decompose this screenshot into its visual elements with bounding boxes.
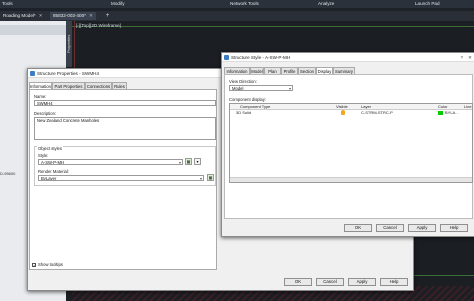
render-material-select[interactable]: ByLayer ▾ [38, 175, 204, 181]
name-label: Name: [34, 94, 47, 99]
row-component-type: 3D Solid [236, 110, 252, 115]
row-color[interactable]: BYLA... [445, 110, 459, 116]
information-panel: Name: SWMH4 Description: New Zealand Con… [29, 89, 217, 270]
ribbon-network-tools[interactable]: Network Tools [230, 1, 259, 6]
view-direction-value: Model [232, 86, 244, 91]
object-styles-group: Object styles Style: A-SW-P-MH ▾ ▦ ▾ Ren… [34, 146, 216, 186]
ok-button[interactable]: OK [344, 224, 372, 232]
apply-button[interactable]: Apply [408, 224, 436, 232]
style-select[interactable]: A-SW-P-MH ▾ [38, 159, 183, 165]
tab-plan[interactable]: Plan [264, 67, 281, 74]
object-styles-label: Object styles [37, 146, 63, 151]
structure-style-tabs: Information Model Plan Profile Section D… [224, 67, 464, 75]
name-input[interactable]: SWMH4 [34, 100, 216, 106]
cancel-button[interactable]: Cancel [376, 224, 404, 232]
apply-button[interactable]: Apply [348, 278, 376, 286]
style-label: Style: [38, 153, 49, 158]
tab-profile[interactable]: Profile [281, 67, 298, 74]
properties-side-tab[interactable]: Properties [66, 21, 72, 67]
coordinate-readout: D-95600 [0, 171, 16, 176]
new-tab-plus-icon[interactable]: + [104, 12, 111, 20]
component-display-label: Component display: [229, 97, 267, 102]
doc-tab-roading[interactable]: Roading Model* ✕ [0, 12, 46, 20]
dialog-app-icon [30, 71, 35, 76]
chevron-down-icon: ▾ [288, 86, 291, 91]
ribbon-modify[interactable]: Modify [111, 1, 125, 6]
show-tooltips-label: Show tooltips [38, 262, 63, 267]
doc-tab-85832[interactable]: 85832-003-400* ✕ [50, 12, 96, 20]
tab-connections[interactable]: Connections [85, 82, 112, 89]
render-material-icon[interactable]: ▦ [207, 174, 214, 181]
display-panel: View Direction: Model ▾ Component displa… [224, 74, 473, 219]
close-icon[interactable]: ✕ [89, 13, 93, 18]
ribbon-analyze[interactable]: Analyze [318, 1, 334, 6]
dialog-title: Structure Style - A-SW-P-MH [231, 55, 291, 60]
close-icon[interactable]: ✕ [39, 13, 43, 18]
structure-style-titlebar[interactable]: Structure Style - A-SW-P-MH ? ✕ [222, 53, 474, 62]
description-label: Description: [34, 111, 57, 116]
style-options-icon[interactable]: ▾ [194, 158, 201, 165]
close-icon[interactable]: ✕ [468, 53, 472, 62]
structure-style-dialog: Structure Style - A-SW-P-MH ? ✕ Informat… [221, 52, 474, 237]
tab-model[interactable]: Model [250, 67, 264, 74]
grid-horizontal-scrollbar[interactable] [230, 177, 472, 182]
style-select-value: A-SW-P-MH [41, 160, 64, 165]
viewport-label[interactable]: [-][Top][2D Wireframe] [76, 23, 121, 28]
ribbon-launch-pad[interactable]: Launch Pad [415, 1, 440, 6]
doc-tab-label: Roading Model* [3, 13, 36, 18]
component-display-grid: Component Type Visible Layer Color Line … [229, 103, 473, 183]
grid-line [72, 26, 474, 27]
help-button[interactable]: Help [440, 224, 468, 232]
dialog-title: Structure Properties - SWMH4 [37, 71, 100, 76]
view-direction-select[interactable]: Model ▾ [229, 85, 293, 91]
render-material-value: ByLayer [41, 176, 57, 181]
help-button[interactable]: Help [380, 278, 408, 286]
color-swatch [438, 111, 443, 115]
doc-tab-label: 85832-003-400* [53, 13, 86, 18]
tab-information[interactable]: Information [224, 67, 250, 74]
show-tooltips-checkbox[interactable]: ✓ [32, 263, 36, 268]
table-row[interactable]: 3D Solid C-STRM-STRC-P BYLA... [230, 110, 472, 116]
ok-button[interactable]: OK [284, 278, 312, 286]
render-material-label: Render Material: [38, 169, 69, 174]
chevron-down-icon: ▾ [199, 176, 202, 181]
tab-section[interactable]: Section [298, 67, 316, 74]
tab-rules[interactable]: Rules [112, 82, 127, 89]
ribbon-tools[interactable]: Tools [2, 1, 13, 6]
chevron-down-icon: ▾ [178, 160, 181, 165]
ribbon-bar: Tools Modify Network Tools Analyze Launc… [0, 0, 474, 8]
help-icon[interactable]: ? [460, 53, 463, 62]
document-tabs: Roading Model* ✕ 85832-003-400* ✕ + [0, 11, 474, 21]
tab-summary[interactable]: Summary [333, 67, 355, 74]
tab-part-properties[interactable]: Part Properties [52, 82, 85, 89]
structure-properties-tabs: Information Part Properties Connections … [29, 82, 229, 90]
cancel-button[interactable]: Cancel [316, 278, 344, 286]
style-edit-icon[interactable]: ▦ [185, 158, 192, 165]
description-textarea[interactable]: New Zealand Concrete Manholes [34, 117, 216, 140]
row-layer[interactable]: C-STRM-STRC-P [361, 110, 393, 116]
lightbulb-icon[interactable] [341, 110, 345, 115]
dialog-app-icon [224, 55, 229, 60]
left-panel-header [0, 25, 66, 35]
view-direction-label: View Direction: [229, 79, 257, 84]
